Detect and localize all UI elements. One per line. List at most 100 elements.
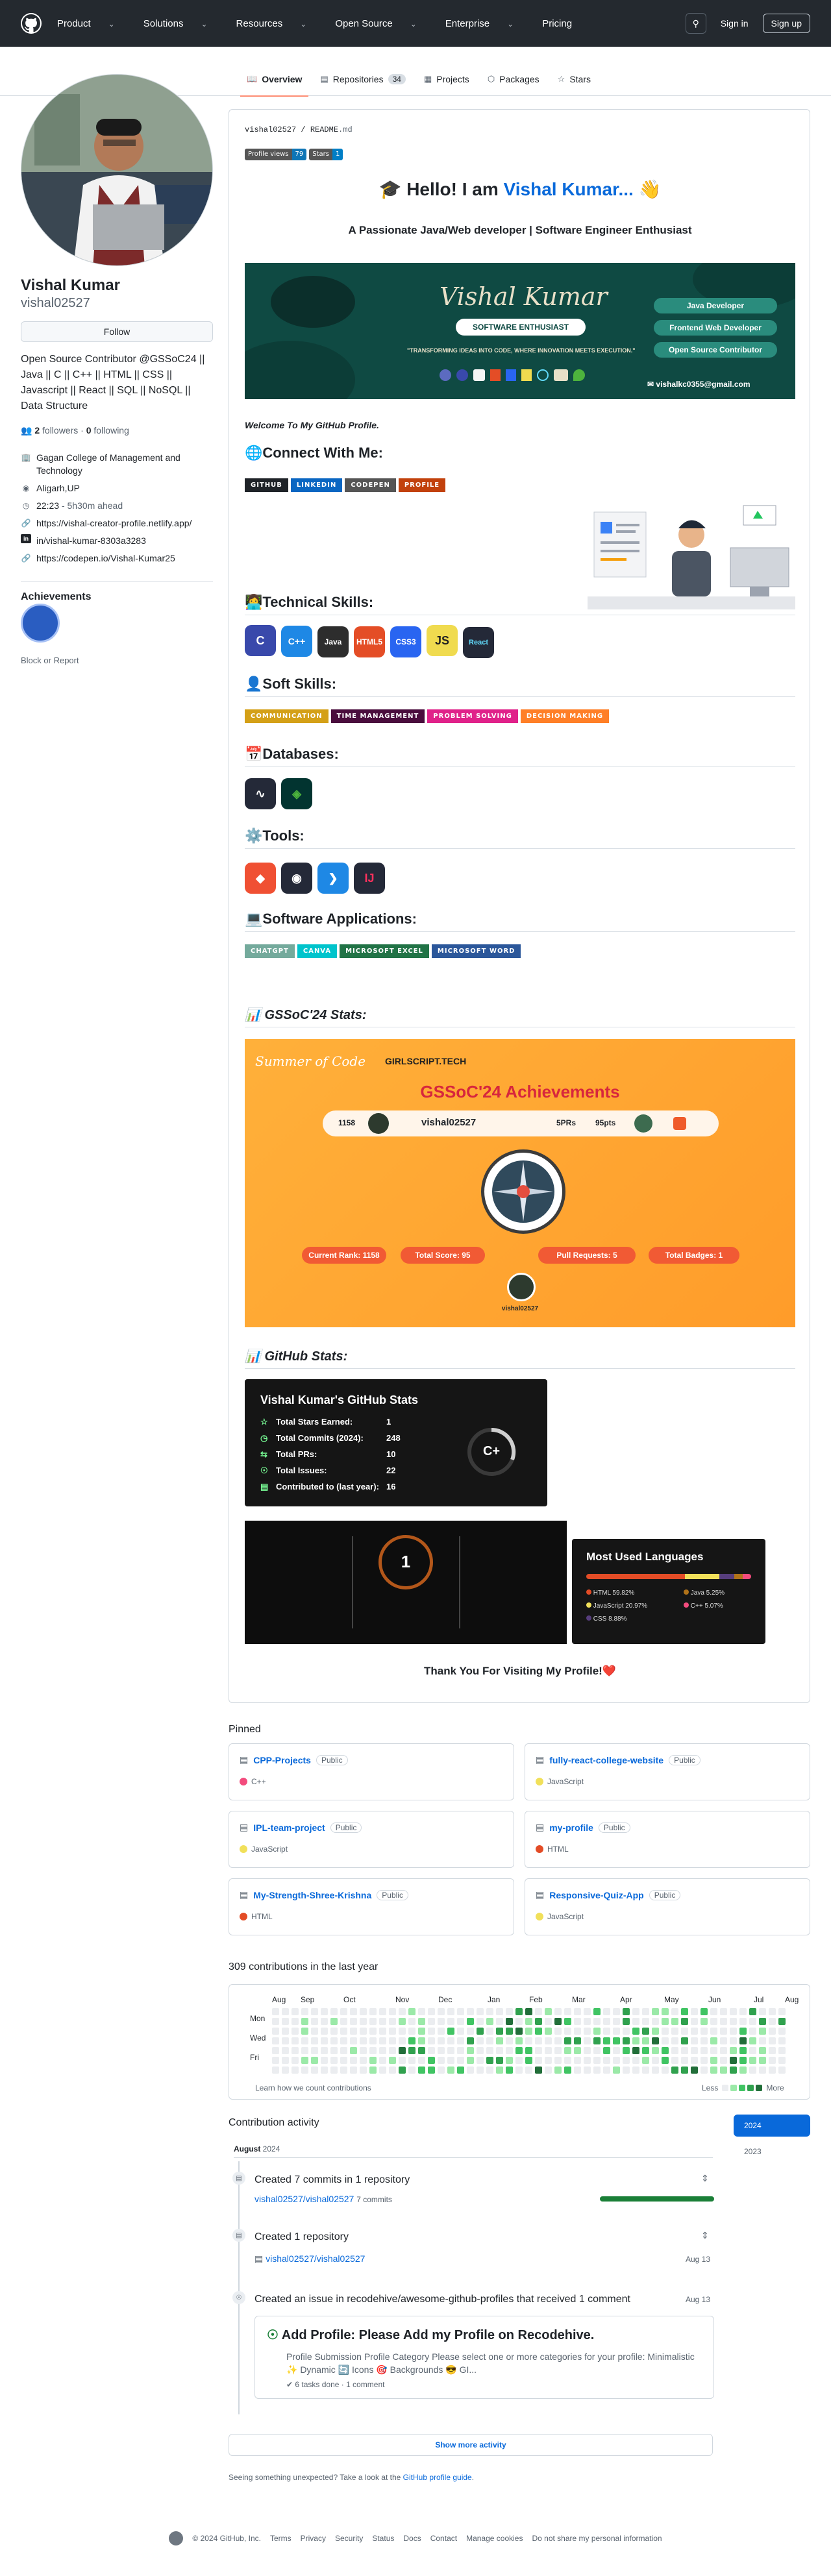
calendar-day-cell[interactable]	[369, 2037, 377, 2044]
calendar-day-cell[interactable]	[739, 2067, 747, 2074]
calendar-day-cell[interactable]	[778, 2037, 786, 2044]
calendar-day-cell[interactable]	[778, 2028, 786, 2035]
calendar-day-cell[interactable]	[720, 2008, 727, 2015]
calendar-day-cell[interactable]	[613, 2008, 620, 2015]
footer-link-status[interactable]: Status	[372, 2534, 394, 2543]
calendar-day-cell[interactable]	[691, 2037, 698, 2044]
calendar-day-cell[interactable]	[584, 2018, 591, 2025]
calendar-day-cell[interactable]	[681, 2018, 688, 2025]
github-badge[interactable]: GITHUB	[245, 478, 288, 492]
block-report-link[interactable]: Block or Report	[21, 656, 79, 665]
calendar-day-cell[interactable]	[564, 2037, 571, 2044]
calendar-day-cell[interactable]	[642, 2037, 649, 2044]
pinned-repo-link[interactable]: My-Strength-Shree-Krishna	[253, 1890, 371, 1900]
calendar-day-cell[interactable]	[720, 2057, 727, 2064]
calendar-day-cell[interactable]	[467, 2067, 474, 2074]
calendar-day-cell[interactable]	[603, 2008, 610, 2015]
calendar-day-cell[interactable]	[535, 2057, 542, 2064]
calendar-day-cell[interactable]	[291, 2028, 299, 2035]
calendar-day-cell[interactable]	[291, 2047, 299, 2054]
footer-link-cookies[interactable]: Manage cookies	[466, 2534, 523, 2543]
calendar-day-cell[interactable]	[632, 2008, 639, 2015]
calendar-day-cell[interactable]	[652, 2037, 659, 2044]
calendar-day-cell[interactable]	[330, 2028, 338, 2035]
calendar-day-cell[interactable]	[301, 2057, 308, 2064]
calendar-day-cell[interactable]	[282, 2047, 289, 2054]
calendar-day-cell[interactable]	[720, 2037, 727, 2044]
calendar-day-cell[interactable]	[496, 2067, 503, 2074]
calendar-day-cell[interactable]	[545, 2018, 552, 2025]
calendar-day-cell[interactable]	[730, 2057, 737, 2064]
calendar-day-cell[interactable]	[652, 2018, 659, 2025]
calendar-day-cell[interactable]	[467, 2018, 474, 2025]
calendar-day-cell[interactable]	[623, 2057, 630, 2064]
pinned-repo-link[interactable]: fully-react-college-website	[549, 1755, 664, 1765]
calendar-day-cell[interactable]	[467, 2047, 474, 2054]
calendar-day-cell[interactable]	[535, 2047, 542, 2054]
calendar-day-cell[interactable]	[730, 2037, 737, 2044]
calendar-day-cell[interactable]	[447, 2057, 454, 2064]
calendar-day-cell[interactable]	[457, 2047, 464, 2054]
calendar-day-cell[interactable]	[701, 2037, 708, 2044]
calendar-day-cell[interactable]	[282, 2028, 289, 2035]
calendar-day-cell[interactable]	[603, 2057, 610, 2064]
calendar-day-cell[interactable]	[623, 2067, 630, 2074]
calendar-day-cell[interactable]	[360, 2057, 367, 2064]
avatar[interactable]	[21, 74, 213, 266]
calendar-day-cell[interactable]	[321, 2037, 328, 2044]
calendar-day-cell[interactable]	[554, 2018, 562, 2025]
website-link[interactable]: https://vishal-creator-profile.netlify.a…	[36, 517, 192, 530]
calendar-day-cell[interactable]	[701, 2057, 708, 2064]
calendar-day-cell[interactable]	[778, 2018, 786, 2025]
calendar-day-cell[interactable]	[564, 2047, 571, 2054]
calendar-day-cell[interactable]	[778, 2047, 786, 2054]
calendar-day-cell[interactable]	[593, 2067, 601, 2074]
calendar-day-cell[interactable]	[360, 2018, 367, 2025]
calendar-day-cell[interactable]	[623, 2047, 630, 2054]
calendar-day-cell[interactable]	[759, 2037, 766, 2044]
calendar-day-cell[interactable]	[535, 2067, 542, 2074]
calendar-day-cell[interactable]	[681, 2028, 688, 2035]
calendar-day-cell[interactable]	[515, 2018, 523, 2025]
calendar-day-cell[interactable]	[652, 2028, 659, 2035]
calendar-day-cell[interactable]	[477, 2008, 484, 2015]
calendar-day-cell[interactable]	[691, 2028, 698, 2035]
calendar-day-cell[interactable]	[496, 2057, 503, 2064]
calendar-day-cell[interactable]	[574, 2067, 581, 2074]
calendar-day-cell[interactable]	[584, 2028, 591, 2035]
calendar-day-cell[interactable]	[652, 2067, 659, 2074]
calendar-day-cell[interactable]	[477, 2057, 484, 2064]
calendar-day-cell[interactable]	[769, 2018, 776, 2025]
calendar-day-cell[interactable]	[399, 2047, 406, 2054]
calendar-day-cell[interactable]	[496, 2018, 503, 2025]
calendar-day-cell[interactable]	[730, 2008, 737, 2015]
calendar-day-cell[interactable]	[769, 2057, 776, 2064]
calendar-day-cell[interactable]	[428, 2067, 435, 2074]
calendar-day-cell[interactable]	[428, 2018, 435, 2025]
calendar-day-cell[interactable]	[603, 2028, 610, 2035]
footer-link-terms[interactable]: Terms	[270, 2534, 291, 2543]
pinned-repo-link[interactable]: my-profile	[549, 1822, 593, 1833]
calendar-day-cell[interactable]	[399, 2008, 406, 2015]
calendar-day-cell[interactable]	[710, 2067, 717, 2074]
calendar-day-cell[interactable]	[749, 2008, 756, 2015]
calendar-day-cell[interactable]	[769, 2008, 776, 2015]
calendar-day-cell[interactable]	[584, 2057, 591, 2064]
nav-resources[interactable]: Resources ⌄	[236, 18, 321, 29]
calendar-day-cell[interactable]	[282, 2018, 289, 2025]
collapse-toggle-icon[interactable]: ⇕	[701, 2230, 709, 2241]
calendar-day-cell[interactable]	[311, 2067, 318, 2074]
calendar-day-cell[interactable]	[301, 2008, 308, 2015]
calendar-day-cell[interactable]	[418, 2047, 425, 2054]
calendar-day-cell[interactable]	[681, 2067, 688, 2074]
calendar-day-cell[interactable]	[282, 2067, 289, 2074]
pinned-repo-link[interactable]: CPP-Projects	[253, 1755, 311, 1765]
calendar-day-cell[interactable]	[535, 2008, 542, 2015]
calendar-day-cell[interactable]	[574, 2028, 581, 2035]
calendar-day-cell[interactable]	[613, 2028, 620, 2035]
calendar-day-cell[interactable]	[681, 2047, 688, 2054]
calendar-day-cell[interactable]	[701, 2018, 708, 2025]
calendar-day-cell[interactable]	[545, 2037, 552, 2044]
calendar-day-cell[interactable]	[778, 2008, 786, 2015]
activity-repo-link[interactable]: vishal02527/vishal02527	[266, 2253, 365, 2264]
